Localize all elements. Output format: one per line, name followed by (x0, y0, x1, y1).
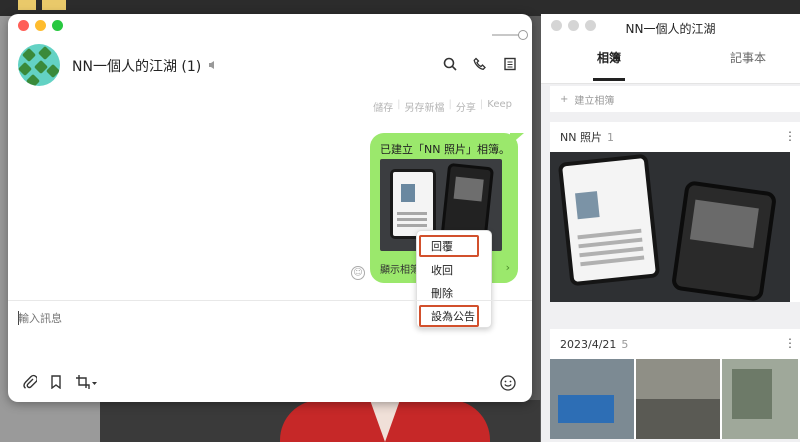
chevron-right-icon: › (505, 261, 510, 274)
desktop-logo (18, 0, 66, 10)
input-toolbar (22, 374, 100, 390)
message-text: 已建立「NN 照片」相簿。 (380, 143, 510, 156)
emoji-icon[interactable] (500, 375, 516, 391)
view-album-link[interactable]: 顯示相簿 (380, 261, 420, 276)
message-input[interactable] (18, 310, 318, 326)
album-photo[interactable] (636, 359, 720, 439)
background-person (280, 400, 490, 442)
album-photo[interactable] (550, 359, 634, 439)
chat-window: NN一個人的江湖 (1) 儲存 | 另存新檔 | 分享 | Keep 已建立「N… (8, 14, 532, 402)
album-photo[interactable] (550, 152, 790, 302)
album-header: NN一個人的江湖 相簿 記事本 (541, 14, 800, 84)
save-action[interactable]: 儲存 (373, 99, 393, 114)
album-window-title: NN一個人的江湖 (625, 22, 716, 36)
avatar[interactable] (18, 44, 60, 86)
album-name: 2023/4/21 (560, 337, 617, 351)
context-menu: 回覆 收回 刪除 設為公告 (416, 230, 492, 328)
album-name: NN 照片 (560, 131, 602, 144)
create-album-button[interactable]: + 建立相簿 (550, 86, 800, 112)
crop-icon[interactable] (74, 374, 100, 390)
album-window: NN一個人的江湖 相簿 記事本 + 建立相簿 NN 照片 1 ⋮ 2023/4/… (541, 14, 800, 442)
active-tab-indicator (593, 78, 625, 81)
divider: | (479, 99, 484, 110)
album-count: 1 (606, 130, 614, 144)
divider: | (397, 99, 401, 110)
menu-item-set-announcement[interactable]: 設為公告 (419, 305, 479, 327)
chat-name: NN一個人的江湖 (1) (72, 59, 202, 75)
window-controls (18, 20, 63, 31)
input-divider (8, 300, 532, 301)
more-icon[interactable]: ⋮ (784, 336, 796, 350)
save-actions: 儲存 | 另存新檔 | 分享 | Keep (373, 99, 512, 114)
keep-action[interactable]: Keep (487, 99, 512, 114)
album-photo-strip (550, 359, 800, 439)
album-card[interactable]: NN 照片 1 ⋮ (550, 122, 800, 302)
call-icon[interactable] (472, 56, 488, 72)
share-action[interactable]: 分享 (456, 99, 476, 114)
tab-albums[interactable]: 相簿 (564, 49, 654, 66)
create-album-label: 建立相簿 (574, 95, 615, 107)
chat-toolbar (442, 56, 532, 72)
menu-item-unsend[interactable]: 收回 (419, 259, 479, 281)
reaction-icon[interactable]: ☺ (351, 266, 365, 280)
menu-item-reply[interactable]: 回覆 (419, 235, 479, 257)
chat-title[interactable]: NN一個人的江湖 (1) (72, 56, 219, 76)
album-photo[interactable] (722, 359, 798, 439)
album-count: 5 (621, 337, 629, 351)
minimize-button[interactable] (35, 20, 46, 31)
slider-handle[interactable] (518, 30, 528, 40)
attach-icon[interactable] (22, 374, 38, 390)
speaker-icon (207, 59, 219, 74)
search-icon[interactable] (442, 56, 458, 72)
maximize-button[interactable] (52, 20, 63, 31)
bookmark-icon[interactable] (48, 374, 64, 390)
transparency-slider[interactable] (492, 30, 528, 40)
divider: | (448, 99, 452, 110)
plus-icon: + (560, 93, 569, 105)
album-card-header: 2023/4/21 5 ⋮ (550, 329, 800, 359)
album-card[interactable]: 2023/4/21 5 ⋮ (550, 329, 800, 439)
notes-icon[interactable] (502, 56, 518, 72)
album-card-header: NN 照片 1 ⋮ (550, 122, 800, 152)
more-icon[interactable]: ⋮ (784, 129, 796, 143)
close-button[interactable] (18, 20, 29, 31)
save-as-action[interactable]: 另存新檔 (405, 99, 445, 114)
tab-notes[interactable]: 記事本 (703, 49, 793, 66)
